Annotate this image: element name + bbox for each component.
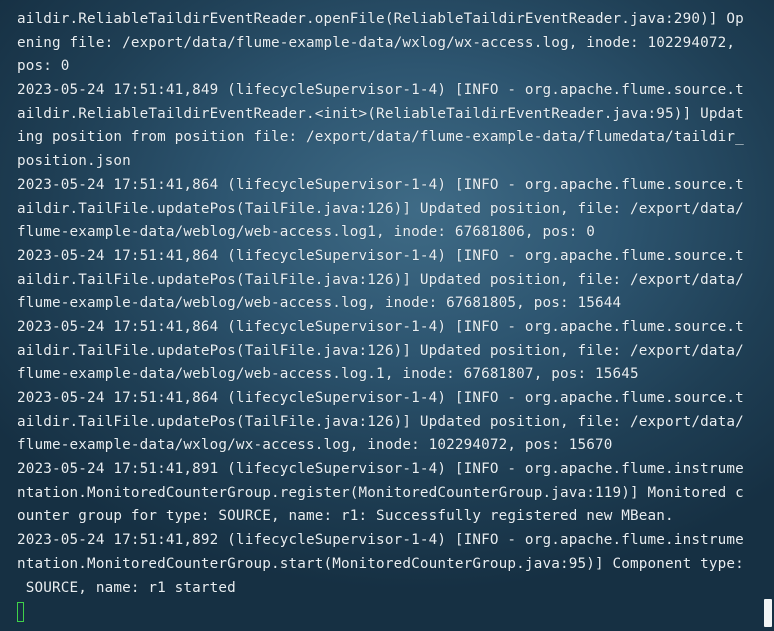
- log-line: ntation.MonitoredCounterGroup.register(M…: [17, 484, 744, 501]
- log-line: position.json: [17, 153, 131, 170]
- log-line: 2023-05-24 17:51:41,864 (lifecycleSuperv…: [17, 390, 744, 406]
- log-line: aildir.TailFile.updatePos(TailFile.java:…: [17, 200, 744, 217]
- log-line: aildir.TailFile.updatePos(TailFile.java:…: [17, 342, 744, 359]
- log-line: flume-example-data/weblog/web-access.log…: [17, 366, 639, 383]
- scrollbar-thumb[interactable]: [764, 599, 772, 627]
- log-line: 2023-05-24 17:51:41,891 (lifecycleSuperv…: [17, 461, 744, 478]
- log-line: 2023-05-24 17:51:41,864 (lifecycleSuperv…: [17, 318, 744, 335]
- log-line: pos: 0: [17, 58, 70, 75]
- log-line: aildir.ReliableTaildirEventReader.<init>…: [17, 105, 744, 122]
- log-line: 2023-05-24 17:51:41,864 (lifecycleSuperv…: [17, 176, 744, 193]
- terminal-cursor: [17, 602, 24, 622]
- log-line: 2023-05-24 17:51:41,864 (lifecycleSuperv…: [17, 247, 744, 264]
- log-line: aildir.TailFile.updatePos(TailFile.java:…: [17, 413, 744, 430]
- log-line: ing position from position file: /export…: [17, 129, 744, 146]
- log-line: flume-example-data/weblog/web-access.log…: [17, 224, 595, 241]
- log-line: ounter group for type: SOURCE, name: r1:…: [17, 508, 674, 525]
- terminal-window[interactable]: aildir.ReliableTaildirEventReader.openFi…: [0, 0, 774, 631]
- log-line: flume-example-data/wxlog/wx-access.log, …: [17, 437, 613, 454]
- terminal-output: aildir.ReliableTaildirEventReader.openFi…: [17, 8, 747, 600]
- log-line: aildir.ReliableTaildirEventReader.openFi…: [17, 11, 744, 27]
- log-line: SOURCE, name: r1 started: [17, 579, 236, 596]
- log-line: 2023-05-24 17:51:41,849 (lifecycleSuperv…: [17, 82, 744, 99]
- log-line: ntation.MonitoredCounterGroup.start(Moni…: [17, 555, 744, 572]
- log-line: ening file: /export/data/flume-example-d…: [17, 34, 736, 51]
- log-line: 2023-05-24 17:51:41,892 (lifecycleSuperv…: [17, 532, 744, 549]
- log-line: aildir.TailFile.updatePos(TailFile.java:…: [17, 271, 744, 288]
- vertical-scrollbar[interactable]: [762, 0, 774, 631]
- log-line: flume-example-data/weblog/web-access.log…: [17, 295, 622, 312]
